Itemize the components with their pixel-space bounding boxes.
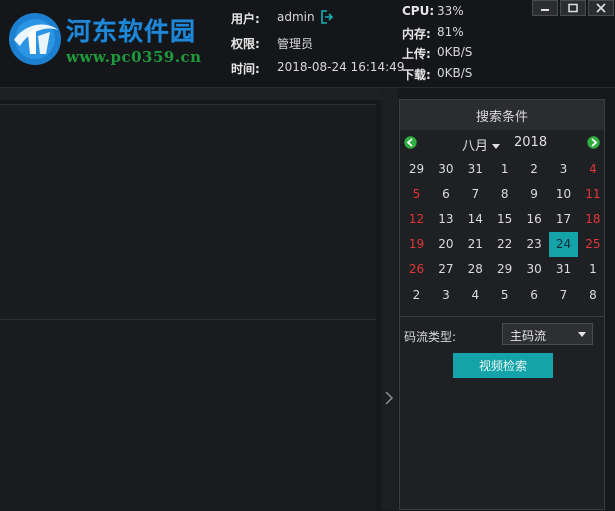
memory-label: 内存:: [402, 27, 431, 41]
permission-row: 权限: 管理员: [231, 35, 313, 52]
calendar-day[interactable]: 31: [461, 156, 490, 181]
cpu-label: CPU:: [402, 4, 435, 18]
calendar-day[interactable]: 7: [549, 282, 578, 307]
month-dropdown-icon[interactable]: [492, 144, 500, 150]
calendar-day[interactable]: 6: [520, 282, 549, 307]
calendar-day[interactable]: 13: [431, 206, 460, 231]
header-bar: 河东软件园 www.pc0359.cn 用户: admin 权限: 管理员 时间…: [0, 0, 615, 88]
calendar-day[interactable]: 18: [578, 206, 607, 231]
time-row: 时间: 2018-08-24 16:14:49: [231, 60, 404, 77]
maximize-button[interactable]: [560, 0, 586, 16]
calendar-day[interactable]: 16: [520, 206, 549, 231]
calendar-day[interactable]: 4: [578, 156, 607, 181]
upload-row: 上传: 0KB/S: [402, 45, 472, 62]
calendar-day[interactable]: 30: [431, 156, 460, 181]
chevron-right-icon[interactable]: [384, 390, 394, 406]
permission-label: 权限:: [231, 37, 260, 51]
calendar-day[interactable]: 10: [549, 181, 578, 206]
search-panel-title: 搜索条件: [400, 100, 604, 130]
maximize-icon: [568, 3, 578, 13]
calendar-year[interactable]: 2018: [514, 135, 547, 150]
calendar-day[interactable]: 28: [461, 257, 490, 282]
time-value: 2018-08-24 16:14:49: [277, 60, 405, 74]
search-panel: 搜索条件 八月 2018 29 30 31 1 2 3 4 5 6 7 8 9 10 11 12 13 14 15…: [399, 99, 605, 510]
calendar-day[interactable]: 24: [549, 231, 578, 257]
cpu-row: CPU: 33%: [402, 4, 464, 18]
calendar-day[interactable]: 11: [578, 181, 607, 206]
calendar-day[interactable]: 12: [402, 206, 431, 231]
user-row: 用户: admin: [231, 10, 315, 27]
panel-splitter[interactable]: [381, 88, 398, 510]
calendar-day[interactable]: 5: [490, 282, 519, 307]
video-window-1[interactable]: [0, 105, 376, 320]
upload-value: 0KB/S: [437, 45, 473, 59]
calendar-day[interactable]: 23: [520, 232, 549, 257]
logo-icon: [9, 13, 61, 65]
video-playback-area[interactable]: [0, 104, 376, 511]
calendar-day[interactable]: 7: [461, 181, 490, 206]
cpu-value: 33%: [437, 4, 464, 18]
chevron-down-icon: [578, 332, 586, 337]
calendar-day[interactable]: 30: [520, 257, 549, 282]
close-icon: [596, 3, 606, 13]
calendar-day[interactable]: 6: [431, 181, 460, 206]
close-button[interactable]: [588, 0, 614, 16]
calendar-day[interactable]: 1: [490, 156, 519, 181]
calendar-day[interactable]: 8: [490, 181, 519, 206]
calendar-day[interactable]: 8: [578, 282, 607, 307]
calendar-day[interactable]: 25: [578, 232, 607, 257]
brand-logo: 河东软件园 www.pc0359.cn: [6, 8, 221, 70]
download-value: 0KB/S: [437, 66, 473, 80]
calendar-day[interactable]: 29: [490, 257, 519, 282]
calendar-day[interactable]: 20: [431, 232, 460, 257]
user-label: 用户:: [231, 12, 260, 26]
memory-row: 内存: 81%: [402, 25, 464, 42]
calendar-day[interactable]: 26: [402, 257, 431, 282]
calendar-day[interactable]: 31: [549, 257, 578, 282]
video-window-2[interactable]: [0, 320, 376, 510]
calendar-month[interactable]: 八月: [462, 135, 488, 154]
calendar-day[interactable]: 22: [490, 232, 519, 257]
brand-title: 河东软件园: [66, 17, 197, 46]
arrow-left-icon[interactable]: [404, 136, 417, 149]
user-value: admin: [277, 10, 315, 24]
download-row: 下载: 0KB/S: [402, 66, 472, 83]
stream-type-select[interactable]: 主码流: [502, 323, 593, 345]
video-search-button[interactable]: 视频检索: [453, 353, 553, 378]
panel-divider: [400, 316, 604, 317]
calendar-day[interactable]: 1: [578, 257, 607, 282]
brand-url: www.pc0359.cn: [66, 48, 202, 66]
time-label: 时间:: [231, 62, 260, 76]
minimize-button[interactable]: [532, 0, 558, 16]
calendar-header: 八月 2018: [400, 132, 604, 154]
stream-type-value: 主码流: [510, 329, 547, 343]
calendar-day[interactable]: 21: [461, 232, 490, 257]
minimize-icon: [541, 9, 549, 11]
calendar-day[interactable]: 27: [431, 257, 460, 282]
calendar-day[interactable]: 15: [490, 206, 519, 231]
memory-value: 81%: [437, 25, 464, 39]
calendar-day[interactable]: 14: [461, 206, 490, 231]
calendar-day[interactable]: 2: [402, 282, 431, 307]
calendar-day[interactable]: 3: [431, 282, 460, 307]
playback-toolbar: [0, 88, 386, 100]
permission-value: 管理员: [277, 37, 314, 51]
calendar-day[interactable]: 4: [461, 282, 490, 307]
download-label: 下载:: [402, 68, 431, 82]
calendar-day[interactable]: 2: [520, 156, 549, 181]
calendar-day[interactable]: 19: [402, 232, 431, 257]
stream-type-label: 码流类型:: [404, 330, 457, 344]
upload-label: 上传:: [402, 47, 431, 61]
calendar-day[interactable]: 5: [402, 181, 431, 206]
calendar-day[interactable]: 17: [549, 206, 578, 231]
calendar-day[interactable]: 29: [402, 156, 431, 181]
arrow-right-icon[interactable]: [587, 136, 600, 149]
calendar-day[interactable]: 3: [549, 156, 578, 181]
logout-icon[interactable]: [320, 10, 334, 24]
calendar-day[interactable]: 9: [520, 181, 549, 206]
